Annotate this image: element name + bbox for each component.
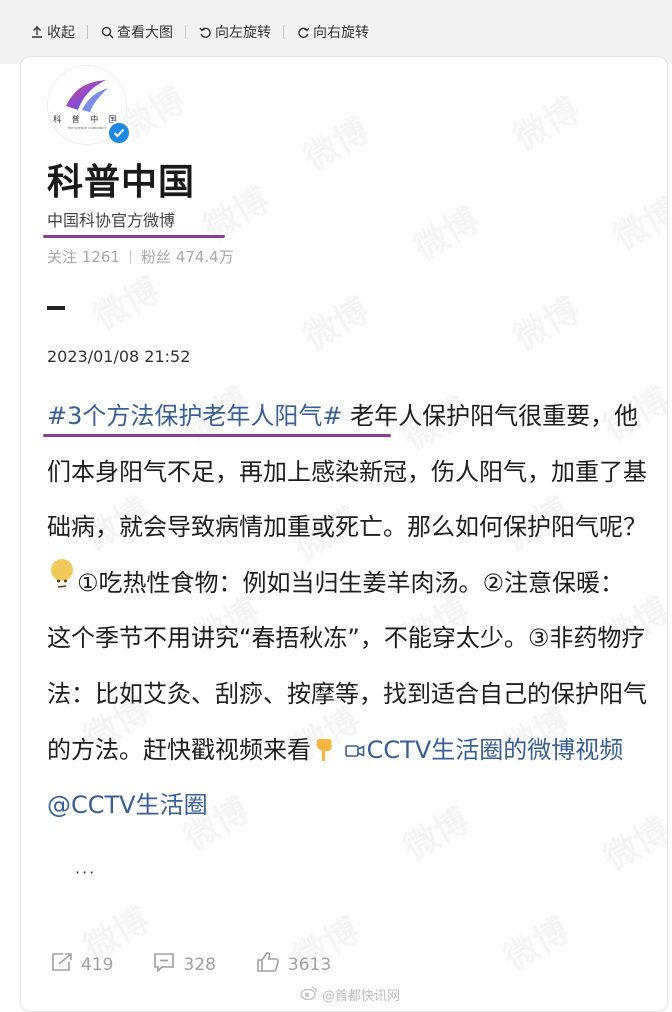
- thinking-emoji-icon: [51, 558, 73, 588]
- like-button[interactable]: 3613: [256, 951, 331, 978]
- comment-button[interactable]: 328: [153, 952, 216, 977]
- hashtag-link[interactable]: #3个方法保护老年人阳气#: [47, 402, 343, 430]
- watermark: 微博: [507, 290, 587, 359]
- verified-badge-icon: [107, 121, 131, 145]
- post-actions: 419 328 3613: [51, 951, 371, 978]
- rotate-right-icon: [296, 25, 310, 39]
- view-large-button[interactable]: 查看大图: [100, 22, 173, 42]
- bottom-watermark-text: @首都快讯网: [322, 989, 401, 1004]
- following-label: 关注: [47, 248, 78, 266]
- following-count: 1261: [81, 248, 120, 266]
- followers-stat[interactable]: 粉丝 474.4万: [141, 246, 234, 267]
- toolbar-divider: [283, 25, 284, 39]
- rotate-left-icon: [198, 25, 212, 39]
- video-link[interactable]: CCTV生活圈的微博视频: [344, 735, 624, 764]
- watermark: 微博: [507, 90, 587, 159]
- toolbar-divider: [185, 25, 186, 39]
- more-ellipsis[interactable]: ···: [75, 863, 96, 882]
- watermark: 微博: [297, 110, 377, 179]
- account-name[interactable]: 科普中国: [47, 153, 195, 205]
- view-large-label: 查看大图: [117, 25, 173, 41]
- stats-divider: [129, 249, 131, 264]
- separator-dash: [47, 306, 65, 310]
- collapse-label: 收起: [47, 25, 75, 41]
- watermark: 微博: [87, 270, 167, 339]
- kepu-logo-icon: [66, 80, 108, 112]
- highlight-underline: [43, 235, 225, 238]
- like-count: 3613: [287, 954, 332, 975]
- followers-count: 474.4万: [175, 248, 234, 266]
- repost-icon: [51, 952, 73, 977]
- mention-link[interactable]: @CCTV生活圈: [47, 791, 208, 819]
- watermark: 微博: [497, 910, 577, 979]
- thumbs-up-icon: [256, 951, 280, 978]
- magnifier-icon: [100, 25, 114, 39]
- followers-label: 粉丝: [140, 248, 171, 266]
- video-icon: [344, 723, 365, 757]
- pointing-down-emoji-icon: [315, 727, 333, 761]
- comment-icon: [153, 952, 175, 977]
- comment-count: 328: [183, 954, 216, 975]
- watermark: 微博: [607, 190, 668, 259]
- bottom-watermark: @首都快讯网: [300, 985, 400, 1004]
- collapse-button[interactable]: 收起: [30, 22, 75, 42]
- watermark: 微博: [197, 180, 277, 249]
- collapse-icon: [30, 25, 44, 39]
- post-date: 2023/01/08 21:52: [47, 347, 191, 366]
- rotate-right-button[interactable]: 向右旋转: [296, 22, 369, 42]
- repost-count: 419: [81, 954, 114, 975]
- repost-button[interactable]: 419: [51, 952, 113, 977]
- image-viewer-toolbar: 收起 查看大图 向左旋转 向右旋转: [0, 0, 672, 64]
- weibo-logo-icon: [300, 986, 318, 1004]
- following-stat[interactable]: 关注 1261: [47, 246, 120, 267]
- rotate-right-label: 向右旋转: [313, 25, 369, 41]
- weibo-post-card: 微博 微博 微博 微博 微博 微博 微博 微博 微博 微博 微博 微博 微博 微…: [20, 56, 668, 1012]
- post-content: #3个方法保护老年人阳气# 老年人保护阳气很重要，他们本身阳气不足，再加上感染新…: [47, 389, 647, 834]
- account-description: 中国科协官方微博: [47, 211, 176, 230]
- rotate-left-button[interactable]: 向左旋转: [198, 22, 271, 42]
- account-stats: 关注 1261 粉丝 474.4万: [47, 246, 234, 267]
- toolbar-divider: [87, 25, 88, 39]
- watermark: 微博: [297, 290, 377, 359]
- video-link-label: CCTV生活圈的微博视频: [366, 735, 624, 764]
- watermark: 微博: [407, 200, 487, 269]
- rotate-left-label: 向左旋转: [215, 25, 271, 41]
